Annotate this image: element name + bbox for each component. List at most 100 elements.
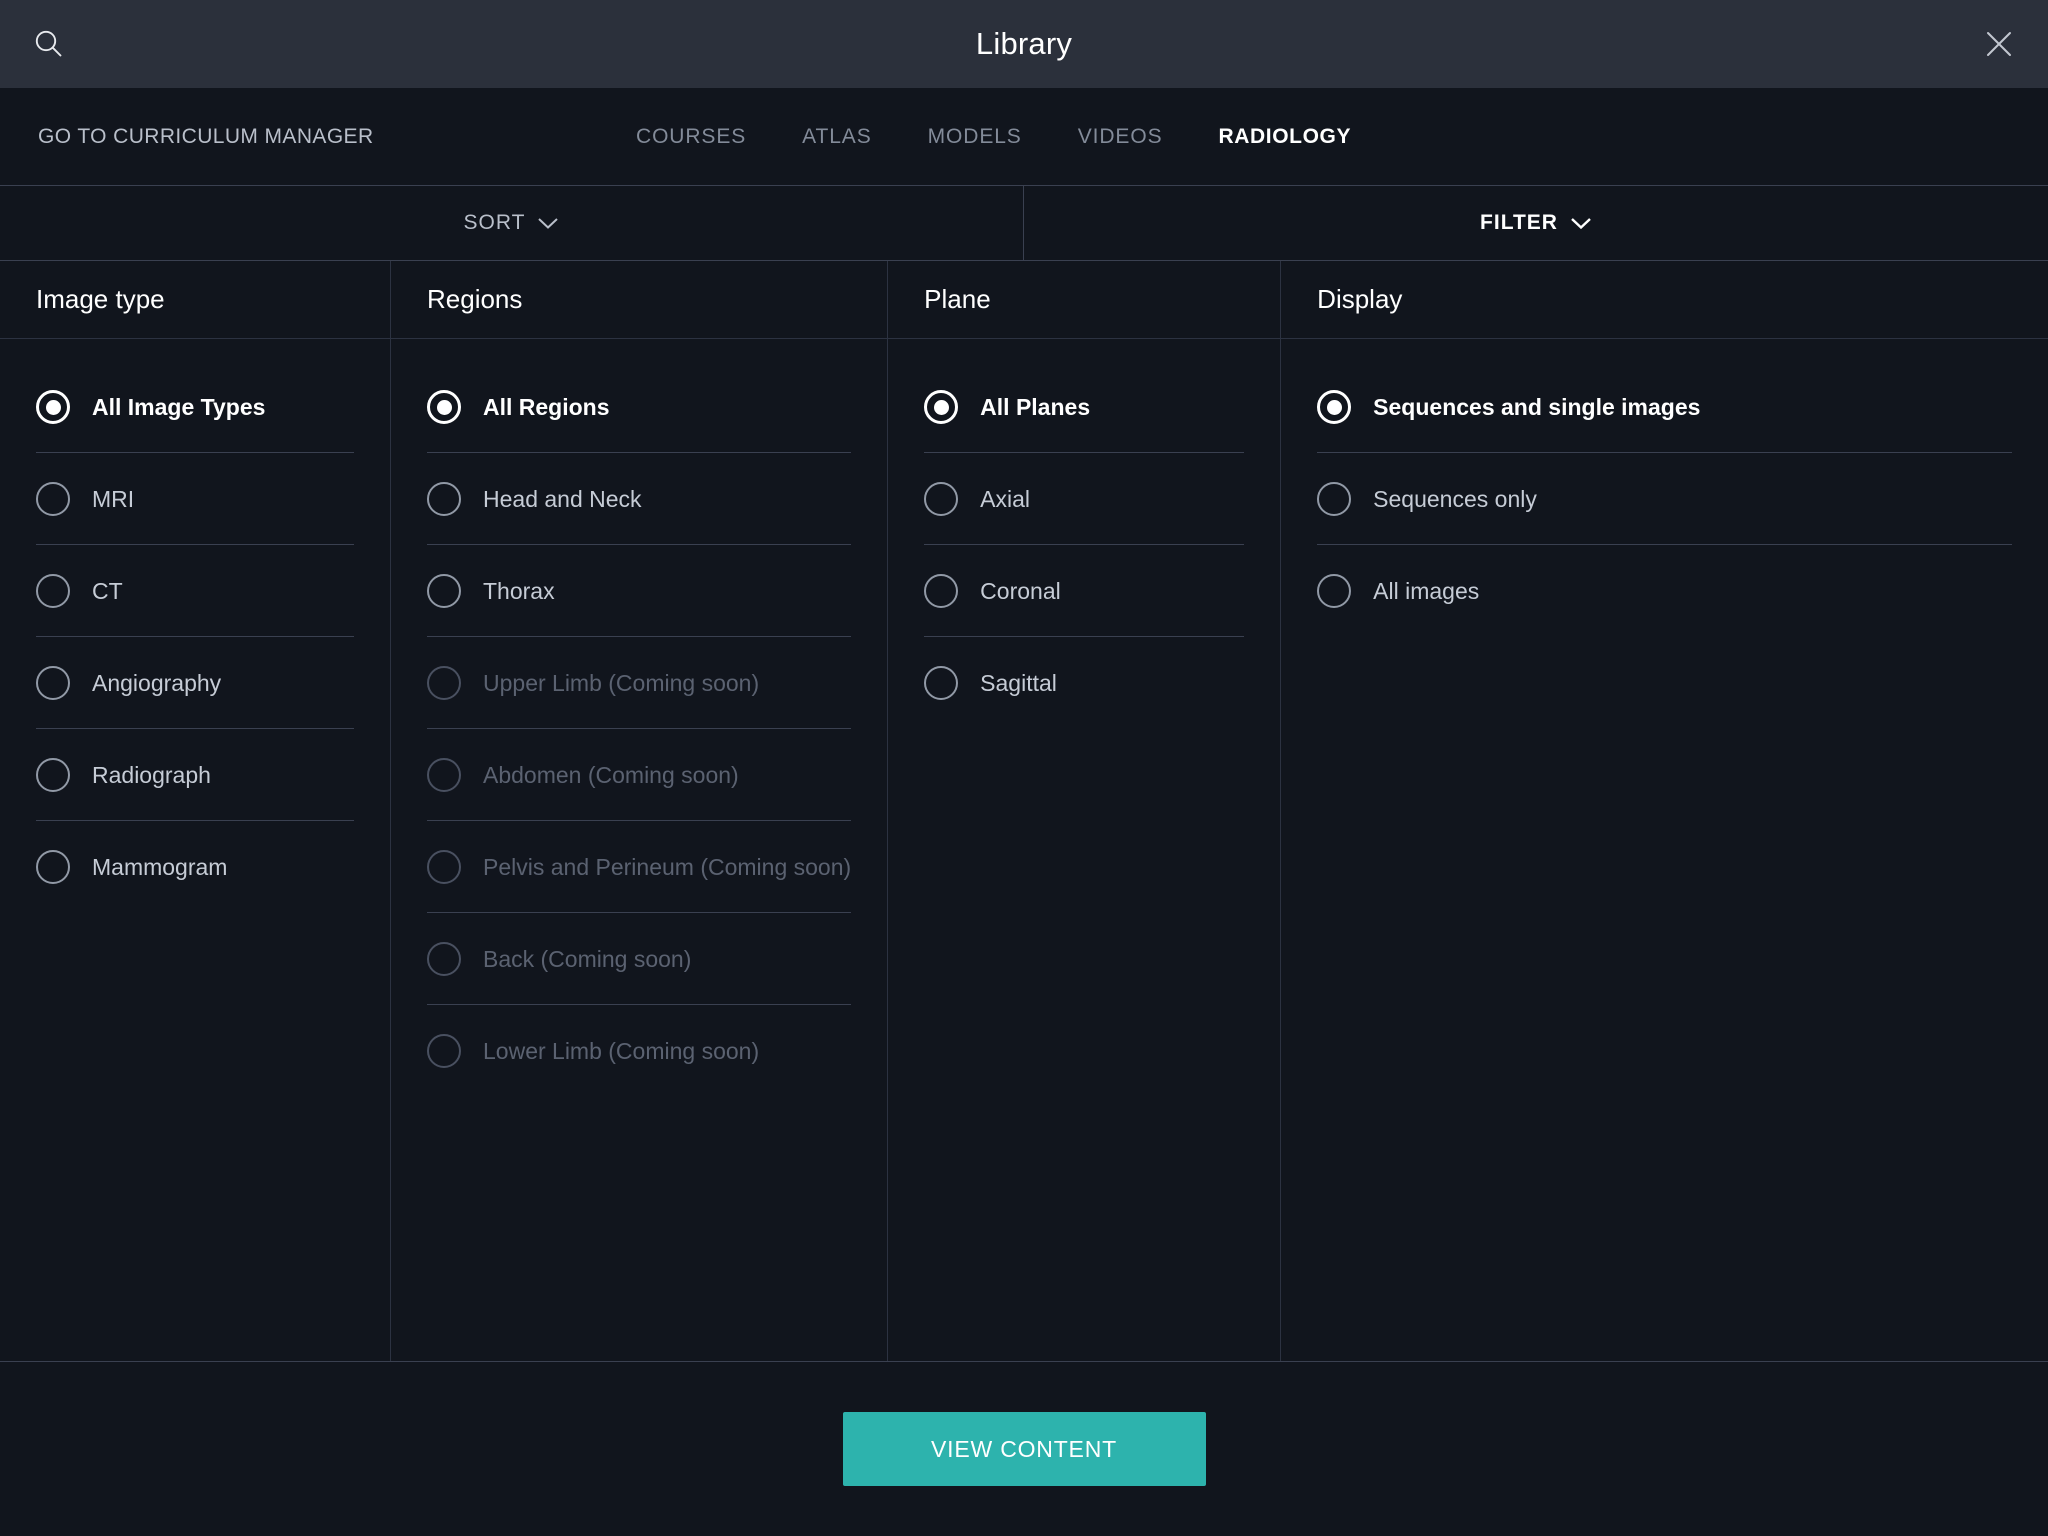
option-head-and-neck[interactable]: Head and Neck [391,453,887,545]
column-title: Plane [924,284,991,314]
radio-icon [427,666,461,700]
title-bar: Library [0,0,2048,88]
radio-icon [427,1034,461,1068]
option-label: Back (Coming soon) [483,945,692,972]
option-mri[interactable]: MRI [0,453,390,545]
option-radiograph[interactable]: Radiograph [0,729,390,821]
tab-radiology[interactable]: RADIOLOGY [1218,125,1351,149]
search-button[interactable] [26,21,72,67]
filter-dropdown[interactable]: FILTER [1024,186,2048,260]
radio-icon[interactable] [1317,390,1352,424]
column-title: Image type [36,284,165,314]
footer-bar: VIEW CONTENT [0,1361,2048,1536]
radio-icon[interactable] [924,390,959,424]
filter-column-regions: Regions All Regions Head and Neck Thorax [391,261,889,1361]
column-header: Display [1281,261,2048,339]
option-label: All Image Types [92,393,266,420]
filter-label: FILTER [1480,211,1558,234]
option-thorax[interactable]: Thorax [391,545,887,637]
radio-icon[interactable] [427,574,461,608]
option-label: Axial [980,485,1031,512]
option-label: Lower Limb (Coming soon) [483,1037,760,1064]
option-all-image-types[interactable]: All Image Types [0,361,390,453]
option-pelvis-and-perineum: Pelvis and Perineum (Coming soon) [391,821,887,913]
tab-videos[interactable]: VIDEOS [1078,125,1163,149]
option-label: Thorax [483,577,555,604]
column-header: Image type [0,261,390,339]
column-header: Regions [391,261,888,339]
option-label: Abdomen (Coming soon) [483,761,739,788]
tab-atlas[interactable]: ATLAS [802,125,871,149]
option-list: Sequences and single images Sequences on… [1281,339,2048,1361]
option-all-planes[interactable]: All Planes [888,361,1280,453]
option-label: Angiography [92,669,222,696]
option-label: Radiograph [92,761,211,788]
option-list: All Regions Head and Neck Thorax Upper L… [391,339,887,1361]
option-label: All Planes [980,393,1091,420]
option-upper-limb: Upper Limb (Coming soon) [391,637,887,729]
tab-courses[interactable]: COURSES [636,125,746,149]
option-label: Mammogram [92,853,228,880]
option-sagittal[interactable]: Sagittal [888,637,1280,729]
option-axial[interactable]: Axial [888,453,1280,545]
radio-icon [427,942,461,976]
option-coronal[interactable]: Coronal [888,545,1280,637]
radio-icon [427,850,461,884]
option-mammogram[interactable]: Mammogram [0,821,390,913]
radio-icon[interactable] [1317,482,1352,516]
radio-icon[interactable] [36,666,70,700]
sort-label: SORT [463,211,526,234]
radio-icon[interactable] [427,482,461,516]
library-dialog: Library GO TO CURRICULUM MANAGER COURSES… [0,0,2048,1536]
option-ct[interactable]: CT [0,545,390,637]
option-label: Sequences only [1373,485,1537,512]
radio-icon[interactable] [36,758,70,792]
option-label: MRI [92,485,135,512]
option-sequences-and-single-images[interactable]: Sequences and single images [1281,361,2048,453]
filter-column-plane: Plane All Planes Axial Coronal Sagittal [888,261,1282,1361]
filter-columns: Image type All Image Types MRI CT Angiog… [0,261,2048,1361]
option-all-regions[interactable]: All Regions [391,361,887,453]
option-back: Back (Coming soon) [391,913,887,1005]
option-label: Coronal [980,577,1061,604]
radio-icon[interactable] [36,390,70,424]
option-sequences-only[interactable]: Sequences only [1281,453,2048,545]
option-label: Sagittal [980,669,1057,696]
filter-column-image-type: Image type All Image Types MRI CT Angiog… [0,261,391,1361]
column-title: Regions [427,284,523,314]
chevron-down-icon [1570,216,1592,230]
column-title: Display [1317,284,1403,314]
nav-tabs: COURSES ATLAS MODELS VIDEOS RADIOLOGY [636,125,1351,149]
close-button[interactable] [1976,21,2022,67]
option-lower-limb: Lower Limb (Coming soon) [391,1005,887,1097]
option-label: Pelvis and Perineum (Coming soon) [483,853,852,880]
view-content-button[interactable]: VIEW CONTENT [842,1412,1206,1486]
radio-icon[interactable] [924,482,959,516]
radio-icon [427,758,461,792]
radio-icon[interactable] [36,574,70,608]
radio-icon[interactable] [924,666,959,700]
option-list: All Planes Axial Coronal Sagittal [888,339,1280,1361]
column-header: Plane [888,261,1281,339]
option-label: All Regions [483,393,610,420]
option-angiography[interactable]: Angiography [0,637,390,729]
radio-icon[interactable] [36,482,70,516]
search-icon [35,30,62,57]
option-label: Sequences and single images [1373,393,1701,420]
option-label: Head and Neck [483,485,642,512]
option-all-images[interactable]: All images [1281,545,2048,637]
option-abdomen: Abdomen (Coming soon) [391,729,887,821]
option-label: Upper Limb (Coming soon) [483,669,760,696]
sort-dropdown[interactable]: SORT [0,186,1024,260]
option-label: All images [1373,577,1480,604]
nav-bar: GO TO CURRICULUM MANAGER COURSES ATLAS M… [0,88,2048,186]
radio-icon[interactable] [1317,574,1352,608]
radio-icon[interactable] [427,390,461,424]
curriculum-manager-link[interactable]: GO TO CURRICULUM MANAGER [38,125,374,149]
close-icon [1987,32,2011,56]
tab-models[interactable]: MODELS [928,125,1022,149]
radio-icon[interactable] [924,574,959,608]
filter-column-display: Display Sequences and single images Sequ… [1281,261,2048,1361]
chevron-down-icon [537,216,559,230]
radio-icon[interactable] [36,850,70,884]
